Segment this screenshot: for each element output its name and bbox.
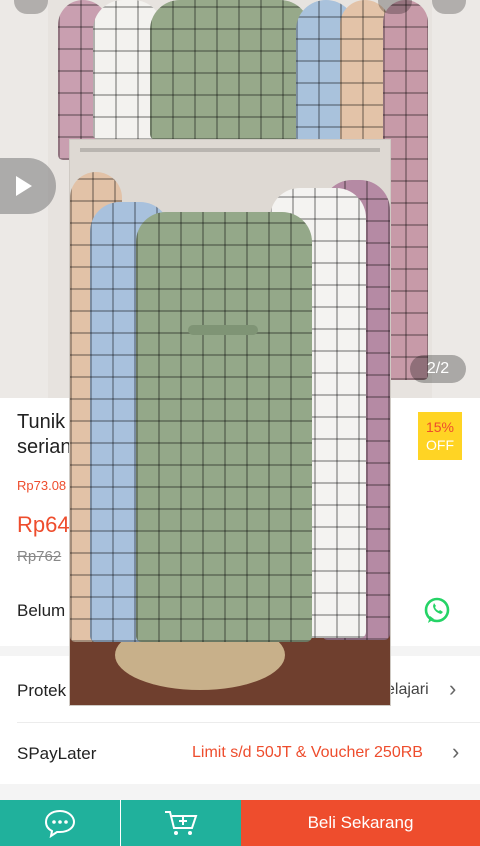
image-counter: 2/2 — [410, 355, 466, 383]
play-icon — [16, 176, 32, 196]
rating-row-label[interactable]: Belum — [17, 601, 65, 621]
row-divider — [17, 722, 480, 723]
dress-green — [150, 0, 310, 140]
add-to-cart-icon — [165, 811, 198, 835]
spaylater-label[interactable]: SPayLater — [17, 744, 96, 764]
spaylater-offer[interactable]: Limit s/d 50JT & Voucher 250RB — [192, 744, 423, 762]
discount-badge: 15% OFF — [418, 412, 462, 460]
play-video-button[interactable] — [0, 158, 56, 214]
dress-tie-belt — [188, 325, 258, 335]
chat-icon — [44, 809, 76, 838]
chevron-right-icon: › — [449, 676, 457, 701]
back-button[interactable] — [14, 0, 48, 14]
protection-learn-more[interactable]: elajari — [386, 681, 429, 699]
discount-percent: 15% — [425, 419, 455, 435]
current-price: Rp64 — [17, 512, 70, 537]
clothes-rack — [80, 148, 380, 152]
add-to-cart-button[interactable] — [121, 800, 241, 846]
whatsapp-icon[interactable] — [422, 596, 452, 626]
cart-top-button[interactable] — [432, 0, 466, 14]
protection-label[interactable]: Protek — [17, 681, 66, 701]
dress-green-overlay — [136, 212, 312, 642]
section-divider — [0, 784, 480, 800]
original-price: Rp762 — [17, 548, 62, 565]
chat-button[interactable] — [0, 800, 120, 846]
discount-off-label: OFF — [426, 437, 454, 453]
price-range-text: Rp73.08 — [17, 478, 67, 493]
bottom-action-bar: Beli Sekarang — [0, 800, 480, 846]
buy-now-button[interactable]: Beli Sekarang — [241, 800, 480, 846]
floating-product-photo[interactable] — [70, 140, 390, 705]
chevron-right-icon: › — [452, 739, 460, 764]
